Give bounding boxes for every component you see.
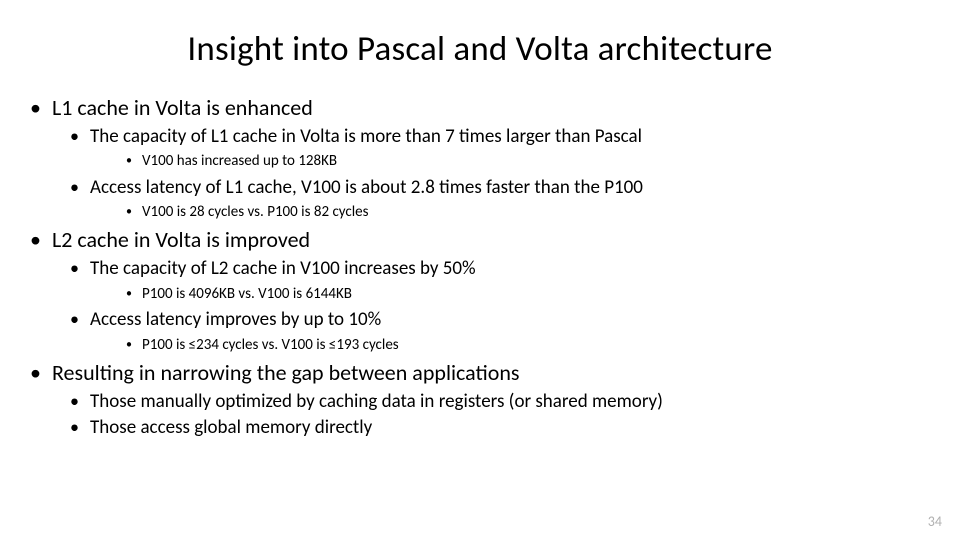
bullet-manual-opt: Those manually optimized by caching data… [70, 390, 930, 415]
bullet-l2-capacity-detail: P100 is 4096KB vs. V100 is 6144KB [126, 284, 930, 304]
bullet-text: Those access global memory directly [90, 416, 372, 439]
slide: Insight into Pascal and Volta architectu… [0, 0, 960, 540]
bullet-l1-latency-detail: V100 is 28 cycles vs. P100 is 82 cycles [126, 202, 930, 222]
bullet-text: The capacity of L2 cache in V100 increas… [90, 257, 476, 280]
bullet-l1-cache: L1 cache in Volta is enhanced The capaci… [30, 94, 930, 222]
bullet-text: P100 is ≤234 cycles vs. V100 is ≤193 cyc… [142, 336, 399, 354]
page-number: 34 [928, 513, 942, 530]
bullet-l2-cache: L2 cache in Volta is improved The capaci… [30, 226, 930, 354]
bullet-global-mem: Those access global memory directly [70, 416, 930, 441]
bullet-list: L1 cache in Volta is enhanced The capaci… [30, 94, 930, 441]
bullet-text: L2 cache in Volta is improved [52, 226, 310, 253]
bullet-text: Those manually optimized by caching data… [90, 390, 663, 413]
bullet-text: Access latency of L1 cache, V100 is abou… [90, 176, 643, 199]
bullet-l1-capacity-detail: V100 has increased up to 128KB [126, 151, 930, 171]
bullet-text: Access latency improves by up to 10% [90, 308, 381, 331]
bullet-l2-latency-detail: P100 is ≤234 cycles vs. V100 is ≤193 cyc… [126, 335, 930, 355]
bullet-l1-latency: Access latency of L1 cache, V100 is abou… [70, 176, 930, 223]
slide-title: Insight into Pascal and Volta architectu… [30, 28, 930, 70]
bullet-text: P100 is 4096KB vs. V100 is 6144KB [142, 285, 352, 303]
bullet-text: V100 is 28 cycles vs. P100 is 82 cycles [142, 203, 369, 221]
bullet-l2-capacity: The capacity of L2 cache in V100 increas… [70, 257, 930, 304]
bullet-text: Resulting in narrowing the gap between a… [52, 359, 520, 386]
bullet-text: V100 has increased up to 128KB [142, 152, 337, 170]
bullet-text: L1 cache in Volta is enhanced [52, 94, 313, 121]
bullet-l1-capacity: The capacity of L1 cache in Volta is mor… [70, 125, 930, 172]
bullet-text: The capacity of L1 cache in Volta is mor… [90, 125, 642, 148]
bullet-resulting-gap: Resulting in narrowing the gap between a… [30, 359, 930, 441]
bullet-l2-latency: Access latency improves by up to 10% P10… [70, 308, 930, 355]
